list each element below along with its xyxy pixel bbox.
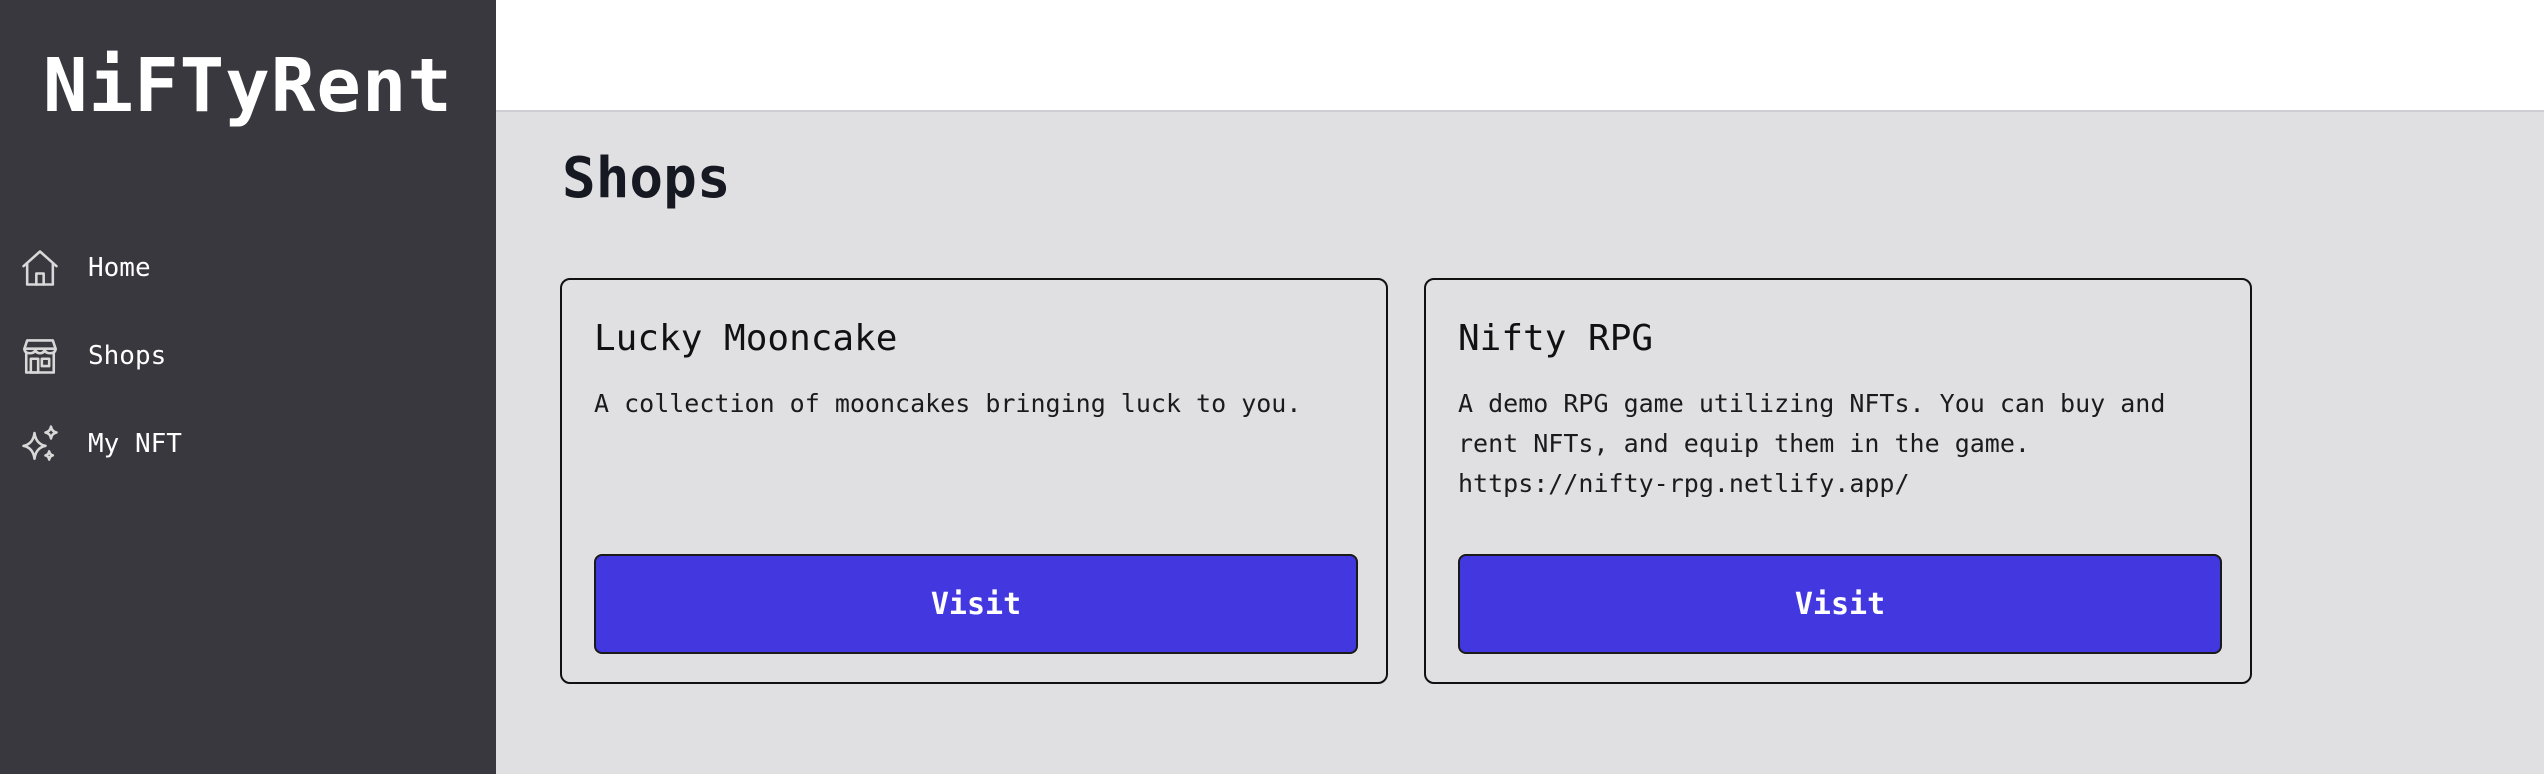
sidebar-item-label: Shops [88,341,167,371]
home-icon [18,246,62,290]
sidebar: NiFTyRent Home Shops My NFT [0,0,496,774]
shop-description: A demo RPG game utilizing NFTs. You can … [1458,389,2166,498]
sidebar-item-label: Home [88,253,151,283]
storefront-icon [18,334,62,378]
shop-card-nifty-rpg: Nifty RPG A demo RPG game utilizing NFTs… [1424,278,2252,684]
shop-title: Lucky Mooncake [594,318,898,359]
page-title: Shops [562,146,731,211]
sidebar-item-home[interactable]: Home [0,224,496,312]
visit-button[interactable]: Visit [594,554,1358,654]
sparkles-icon [18,422,62,466]
visit-button[interactable]: Visit [1458,554,2222,654]
sidebar-item-label: My NFT [88,429,182,459]
top-bar [496,0,2544,112]
sidebar-item-my-nft[interactable]: My NFT [0,400,496,488]
main-content: Shops Lucky Mooncake A collection of moo… [496,112,2544,774]
shop-card-lucky-mooncake: Lucky Mooncake A collection of mooncakes… [560,278,1388,684]
sidebar-nav: Home Shops My NFT [0,224,496,488]
shop-description: A collection of mooncakes bringing luck … [594,389,1302,418]
brand-logo[interactable]: NiFTyRent [0,36,496,136]
shop-title: Nifty RPG [1458,318,1654,359]
sidebar-item-shops[interactable]: Shops [0,312,496,400]
